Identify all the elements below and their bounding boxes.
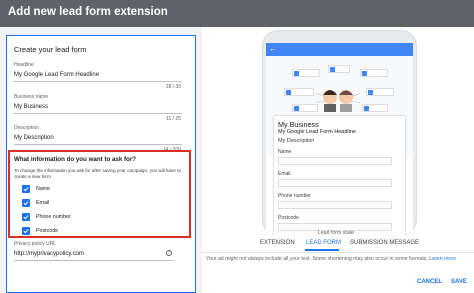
card-title: Create your lead form bbox=[14, 45, 87, 54]
hero-illustration-tile bbox=[366, 88, 394, 96]
preview-field-label: Postcode bbox=[278, 215, 299, 221]
questions-title: What information do you want to ask for? bbox=[14, 156, 137, 163]
question-item-name[interactable]: Name bbox=[22, 185, 172, 194]
question-label: Name bbox=[36, 186, 51, 192]
checkbox-checked-icon[interactable] bbox=[22, 227, 30, 235]
hero-illustration-tile bbox=[284, 88, 314, 96]
description-input[interactable]: My Description bbox=[14, 135, 178, 141]
back-arrow-icon: ← bbox=[269, 44, 277, 53]
question-label: Postcode bbox=[36, 228, 59, 234]
help-icon[interactable]: ? bbox=[166, 250, 172, 256]
question-item-email[interactable]: Email bbox=[22, 199, 172, 208]
people-illustration-icon bbox=[316, 90, 360, 112]
hero-illustration-tile bbox=[328, 65, 350, 73]
business-name-input[interactable]: My Business bbox=[14, 104, 178, 110]
headline-input[interactable]: My Google Lead Form Headline bbox=[14, 72, 178, 78]
phone-screen: ← My Business My Google Lead Form Headli… bbox=[266, 43, 413, 236]
cancel-button[interactable]: CANCEL bbox=[417, 279, 442, 285]
business-name-underline bbox=[14, 113, 182, 114]
tab-submission-message[interactable]: SUBMISSION MESSAGE bbox=[350, 240, 419, 246]
preview-phone-input[interactable] bbox=[278, 201, 392, 209]
preview-email-input[interactable] bbox=[278, 179, 392, 187]
headline-underline bbox=[14, 81, 182, 82]
preview-name-input[interactable] bbox=[278, 157, 392, 165]
notice-text: Your ad might not always include all you… bbox=[206, 256, 428, 262]
footer-divider bbox=[202, 252, 474, 253]
question-label: Email bbox=[36, 200, 50, 206]
question-item-phone[interactable]: Phone number bbox=[22, 213, 172, 222]
preview-form-sheet: My Business My Google Lead Form Headline… bbox=[274, 116, 405, 236]
preview-app-bar: ← bbox=[266, 43, 413, 56]
headline-label: Headline bbox=[14, 62, 34, 68]
checkbox-checked-icon[interactable] bbox=[22, 213, 30, 221]
privacy-url-underline bbox=[14, 260, 174, 261]
business-name-counter: 11 / 25 bbox=[166, 116, 181, 122]
privacy-url-label: Privacy policy URL bbox=[14, 241, 56, 247]
hero-illustration-tile bbox=[292, 69, 320, 77]
headline-counter: 28 / 30 bbox=[165, 84, 181, 90]
hero-illustration-tile bbox=[360, 69, 388, 77]
tab-lead-form[interactable]: LEAD FORM bbox=[306, 240, 341, 246]
privacy-url-input[interactable]: http://myprivacypolicy.com bbox=[14, 251, 84, 257]
preview-field-label: Name bbox=[278, 149, 292, 155]
hero-illustration-tile bbox=[292, 104, 318, 112]
questions-description: To change the information you ask for af… bbox=[14, 168, 181, 179]
form-editor-pane: Create your lead form Headline My Google… bbox=[0, 27, 202, 293]
hero-illustration-tile bbox=[362, 104, 388, 112]
description-label: Description bbox=[14, 125, 40, 131]
checkbox-checked-icon[interactable] bbox=[22, 199, 30, 207]
question-item-postcode[interactable]: Postcode bbox=[22, 227, 172, 236]
preview-tabs: EXTENSION LEAD FORM SUBMISSION MESSAGE bbox=[260, 240, 460, 250]
preview-field-label: Email bbox=[278, 171, 291, 177]
shortening-notice: Your ad might not always include all you… bbox=[206, 256, 470, 263]
dialog-title-bar: Add new lead form extension bbox=[0, 0, 474, 27]
preview-business-name: My Business bbox=[278, 120, 319, 129]
preview-field-label: Phone number bbox=[278, 193, 311, 199]
learn-more-link[interactable]: Learn more bbox=[429, 256, 456, 262]
preview-state-label: Lead form state bbox=[318, 230, 355, 236]
checkbox-checked-icon[interactable] bbox=[22, 185, 30, 193]
dialog-title: Add new lead form extension bbox=[8, 6, 168, 18]
business-name-label: Business name bbox=[14, 94, 49, 100]
active-tab-indicator bbox=[305, 249, 339, 251]
save-button[interactable]: SAVE bbox=[451, 279, 467, 285]
questions-section: What information do you want to ask for?… bbox=[8, 150, 191, 238]
preview-description: My Description bbox=[278, 138, 315, 144]
tab-extension[interactable]: EXTENSION bbox=[260, 240, 295, 246]
question-label: Phone number bbox=[36, 214, 71, 220]
preview-headline: My Google Lead Form Headline bbox=[278, 129, 356, 135]
description-underline bbox=[14, 144, 182, 145]
